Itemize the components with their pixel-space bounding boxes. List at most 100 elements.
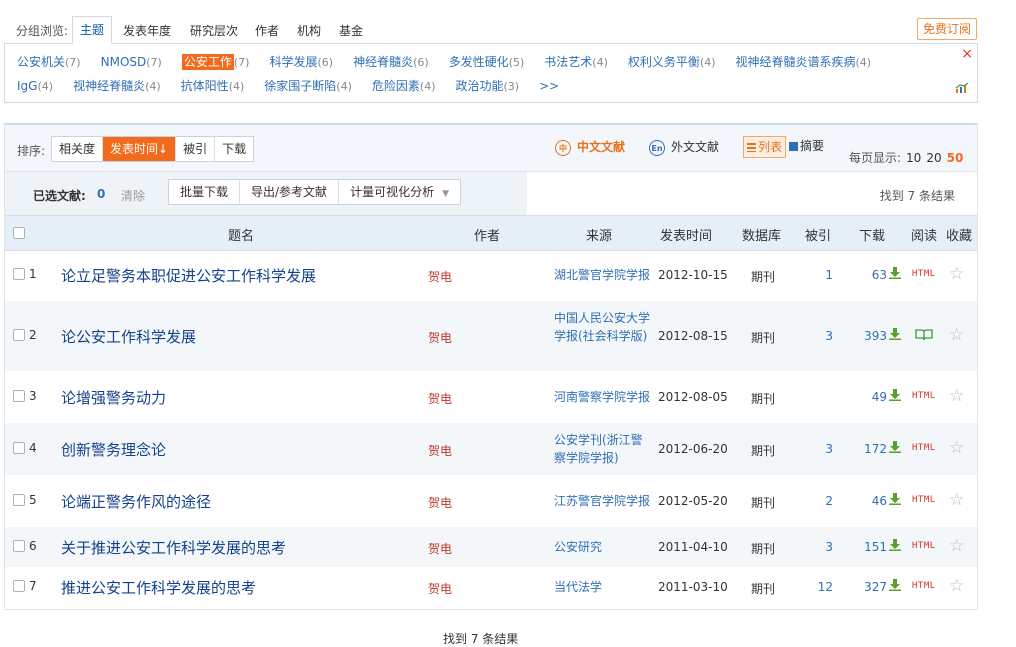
cited-count[interactable]: 12 xyxy=(805,580,833,594)
header-title[interactable]: 题名 xyxy=(228,225,254,244)
author-link[interactable]: 贺电 xyxy=(428,268,452,285)
topic-item-6[interactable]: 书法艺术(4) xyxy=(544,53,608,70)
topic-item-1[interactable]: NMOSD(7) xyxy=(101,55,162,69)
download-icon[interactable] xyxy=(889,328,901,340)
article-title-link[interactable]: 论端正警务作风的途径 xyxy=(61,491,211,512)
favorite-star-icon[interactable]: ☆ xyxy=(949,266,964,283)
topic-item-row2-2[interactable]: 抗体阳性(4) xyxy=(181,77,245,94)
article-title-link[interactable]: 论立足警务本职促进公安工作科学发展 xyxy=(61,265,316,286)
sort-cited-button[interactable]: 被引 xyxy=(175,137,214,161)
header-download[interactable]: 下载 xyxy=(859,225,885,244)
row-checkbox[interactable] xyxy=(13,268,25,280)
sort-date-button[interactable]: 发表时间↓ xyxy=(102,137,176,161)
html-read-link[interactable]: HTML xyxy=(912,443,936,453)
cited-count[interactable]: 3 xyxy=(805,442,833,456)
topic-item-5[interactable]: 多发性硬化(5) xyxy=(449,53,525,70)
row-checkbox[interactable] xyxy=(13,540,25,552)
author-link[interactable]: 贺电 xyxy=(428,494,452,511)
group-tab-institution[interactable]: 机构 xyxy=(297,22,321,39)
download-icon[interactable] xyxy=(889,267,901,279)
header-date[interactable]: 发表时间 xyxy=(660,225,712,244)
topic-item-row2-4[interactable]: 危险因素(4) xyxy=(372,77,436,94)
group-tab-year[interactable]: 发表年度 xyxy=(123,22,171,39)
source-link[interactable]: 当代法学 xyxy=(554,578,650,596)
source-link[interactable]: 湖北警官学院学报 xyxy=(554,266,650,284)
topic-item-3[interactable]: 科学发展(6) xyxy=(269,53,333,70)
page-size-20[interactable]: 20 xyxy=(926,151,941,165)
author-link[interactable]: 贺电 xyxy=(428,540,452,557)
batch-download-button[interactable]: 批量下载 xyxy=(169,180,239,204)
free-subscribe-button[interactable]: 免费订阅 xyxy=(917,18,977,40)
html-read-link[interactable]: HTML xyxy=(912,581,936,591)
visual-analysis-button[interactable]: 计量可视化分析 ▼ xyxy=(338,180,460,204)
foreign-literature-tab[interactable]: En 外文文献 xyxy=(649,138,719,156)
cited-count[interactable]: 2 xyxy=(805,494,833,508)
author-link[interactable]: 贺电 xyxy=(428,442,452,459)
topic-item-row2-5[interactable]: 政治功能(3) xyxy=(456,77,520,94)
download-icon[interactable] xyxy=(889,441,901,453)
close-icon[interactable]: × xyxy=(961,46,973,62)
download-icon[interactable] xyxy=(889,579,901,591)
article-title-link[interactable]: 创新警务理念论 xyxy=(61,439,166,460)
download-icon[interactable] xyxy=(889,539,901,551)
select-all-checkbox[interactable] xyxy=(13,227,25,239)
author-link[interactable]: 贺电 xyxy=(428,580,452,597)
download-icon[interactable] xyxy=(889,493,901,505)
header-cited[interactable]: 被引 xyxy=(805,225,831,244)
row-checkbox[interactable] xyxy=(13,494,25,506)
sort-download-button[interactable]: 下载 xyxy=(214,137,253,161)
topic-item-row2-0[interactable]: IgG(4) xyxy=(17,79,53,93)
topic-item-row2-1[interactable]: 视神经脊髓炎(4) xyxy=(73,77,161,94)
topic-item-7[interactable]: 权利义务平衡(4) xyxy=(628,53,716,70)
page-size-10[interactable]: 10 xyxy=(906,151,921,165)
abstract-view-button[interactable]: 摘要 xyxy=(786,136,827,156)
group-tab-level[interactable]: 研究层次 xyxy=(190,22,238,39)
article-title-link[interactable]: 论公安工作科学发展 xyxy=(61,326,196,347)
topic-item-row2-3[interactable]: 徐家围子断陷(4) xyxy=(264,77,352,94)
row-checkbox[interactable] xyxy=(13,390,25,402)
source-link[interactable]: 公安学刊(浙江警察学院学报) xyxy=(554,431,650,467)
topic-item-2[interactable]: 公安工作 (7) xyxy=(181,53,249,70)
cited-count[interactable]: 3 xyxy=(805,329,833,343)
author-link[interactable]: 贺电 xyxy=(428,390,452,407)
clear-selection-link[interactable]: 清除 xyxy=(121,187,145,204)
export-reference-button[interactable]: 导出/参考文献 xyxy=(239,180,338,204)
topic-item-0[interactable]: 公安机关(7) xyxy=(17,53,81,70)
favorite-star-icon[interactable]: ☆ xyxy=(949,388,964,405)
trend-chart-icon[interactable] xyxy=(955,82,969,94)
row-checkbox[interactable] xyxy=(13,442,25,454)
row-checkbox[interactable] xyxy=(13,580,25,592)
page-size-50[interactable]: 50 xyxy=(947,151,964,165)
favorite-star-icon[interactable]: ☆ xyxy=(949,327,964,344)
favorite-star-icon[interactable]: ☆ xyxy=(949,440,964,457)
more-topics-link[interactable]: >> xyxy=(539,79,559,93)
favorite-star-icon[interactable]: ☆ xyxy=(949,578,964,595)
article-title-link[interactable]: 论增强警务动力 xyxy=(61,387,166,408)
list-view-button[interactable]: 列表 xyxy=(743,136,787,158)
author-link[interactable]: 贺电 xyxy=(428,329,452,346)
group-tab-author[interactable]: 作者 xyxy=(255,22,279,39)
html-read-link[interactable]: HTML xyxy=(912,269,936,279)
download-icon[interactable] xyxy=(889,389,901,401)
cited-count[interactable]: 3 xyxy=(805,540,833,554)
row-checkbox[interactable] xyxy=(13,329,25,341)
html-read-link[interactable]: HTML xyxy=(912,495,936,505)
source-link[interactable]: 河南警察学院学报 xyxy=(554,388,650,406)
favorite-star-icon[interactable]: ☆ xyxy=(949,492,964,509)
sort-relevance-button[interactable]: 相关度 xyxy=(52,137,102,161)
read-online-icon[interactable] xyxy=(915,329,933,341)
html-read-link[interactable]: HTML xyxy=(912,541,936,551)
topic-item-8[interactable]: 视神经脊髓炎谱系疾病(4) xyxy=(736,53,872,70)
group-tab-fund[interactable]: 基金 xyxy=(339,22,363,39)
topic-item-4[interactable]: 神经脊髓炎(6) xyxy=(353,53,429,70)
cited-count[interactable]: 1 xyxy=(805,268,833,282)
favorite-star-icon[interactable]: ☆ xyxy=(949,538,964,555)
source-link[interactable]: 中国人民公安大学学报(社会科学版) xyxy=(554,309,650,345)
chinese-literature-tab[interactable]: 中中文文献 xyxy=(555,138,625,156)
source-link[interactable]: 江苏警官学院学报 xyxy=(554,492,650,510)
article-title-link[interactable]: 推进公安工作科学发展的思考 xyxy=(61,577,256,598)
group-tab-topic[interactable]: 主题 xyxy=(72,16,113,44)
html-read-link[interactable]: HTML xyxy=(912,391,936,401)
article-title-link[interactable]: 关于推进公安工作科学发展的思考 xyxy=(61,537,286,558)
source-link[interactable]: 公安研究 xyxy=(554,538,650,556)
